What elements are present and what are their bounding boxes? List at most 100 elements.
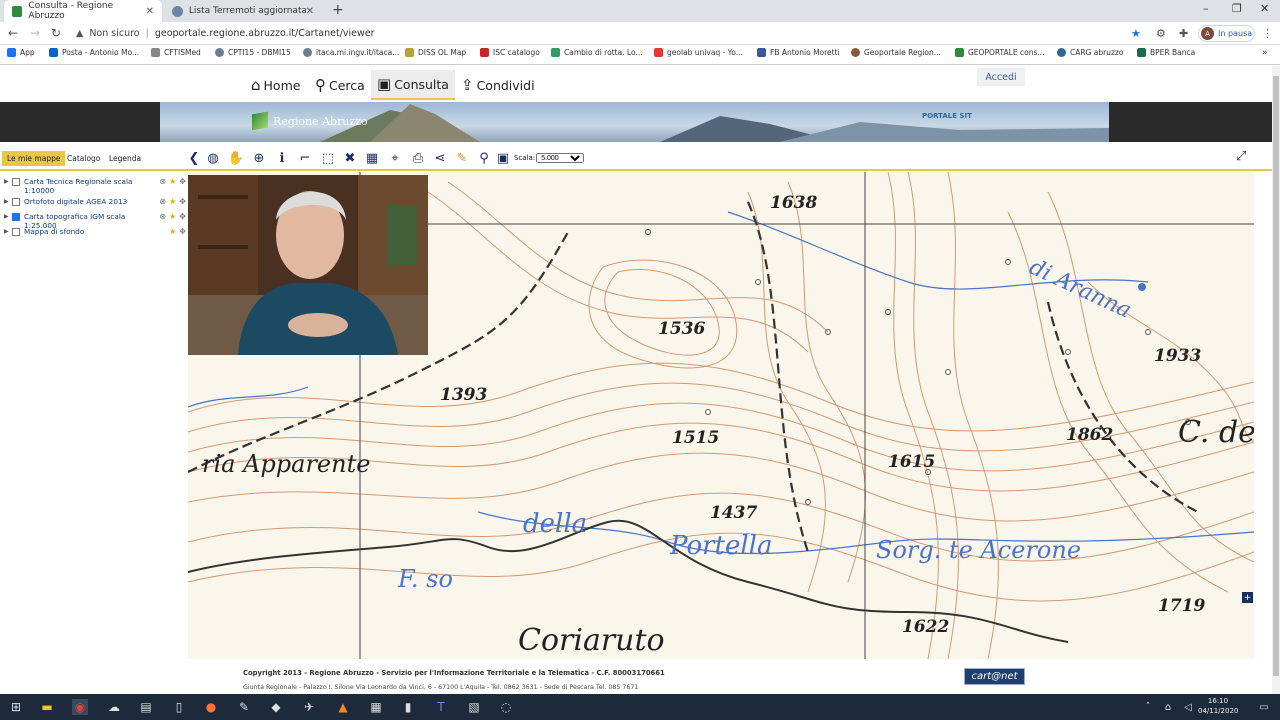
select-icon[interactable]: ⌖ — [387, 150, 403, 166]
draw-pencil-icon[interactable]: ✎ — [454, 150, 470, 166]
teams-icon[interactable]: T — [433, 699, 449, 715]
notifications-icon[interactable]: ▭ — [1256, 699, 1272, 715]
favorite-star-icon[interactable]: ★ — [169, 212, 176, 221]
app-icon[interactable]: ▧ — [466, 699, 482, 715]
measure-line-icon[interactable]: ⌐ — [297, 150, 313, 166]
bookmark-cambio[interactable]: Cambio di rotta. Lo... — [551, 48, 643, 57]
print-icon[interactable]: ⎙ — [410, 150, 426, 166]
favorite-star-icon[interactable]: ★ — [169, 227, 176, 236]
move-layer-icon[interactable]: ✥ — [179, 177, 186, 186]
info-icon[interactable]: ℹ — [274, 150, 290, 166]
start-windows-icon[interactable]: ⊞ — [8, 699, 24, 715]
nav-consulta[interactable]: ▣ Consulta — [371, 70, 455, 100]
bookmark-cpti15[interactable]: CPTI15 - DBMI15 — [215, 48, 291, 57]
profile-button[interactable]: A In pausa — [1198, 25, 1255, 42]
layer-ortofoto[interactable]: ▶ Ortofoto digitale AGEA 2013 ⊗ ★ ✥ — [4, 197, 188, 206]
tab-lista-terremoti[interactable]: Lista Terremoti aggiornata in tem ✕ — [164, 0, 322, 22]
layer-sfondo[interactable]: ▶ Mappa di sfondo ★ ✥ — [4, 227, 188, 236]
cartanet-logo[interactable]: cart@net — [964, 668, 1025, 685]
bookmark-geoportale[interactable]: Geoportale Region... — [851, 48, 941, 57]
app-icon[interactable]: ▲ — [335, 699, 351, 715]
firefox-icon[interactable]: ● — [203, 699, 219, 715]
layer-checkbox[interactable] — [12, 228, 20, 236]
scale-select[interactable]: 5.000 — [536, 153, 585, 163]
chrome-icon[interactable]: ◉ — [72, 699, 88, 715]
measure-area-icon[interactable]: ⬚ — [320, 150, 336, 166]
back-icon[interactable]: ← — [8, 26, 18, 40]
overview-icon[interactable]: ▣ — [495, 150, 511, 166]
scrollbar-thumb[interactable] — [1273, 76, 1279, 676]
move-layer-icon[interactable]: ✥ — [179, 197, 186, 206]
app-icon[interactable]: ☁ — [106, 699, 122, 715]
share-icon[interactable]: ⋖ — [432, 150, 448, 166]
app-icon[interactable]: ◌ — [498, 699, 514, 715]
bookmark-itaca[interactable]: itaca.mi.ingv.it/itaca... — [303, 48, 399, 57]
bookmarks-overflow-icon[interactable]: » — [1262, 48, 1268, 58]
app-icon[interactable]: ▤ — [138, 699, 154, 715]
omnibox[interactable]: ▲ Non sicuro | geoportale.regione.abruzz… — [76, 25, 1146, 42]
move-layer-icon[interactable]: ✥ — [179, 227, 186, 236]
bookmark-cftismed[interactable]: CFTISMed — [151, 48, 201, 57]
layer-checkbox-checked[interactable] — [12, 213, 20, 221]
layer-checkbox[interactable] — [12, 178, 20, 186]
bookmark-diss[interactable]: DISS OL Map — [405, 48, 466, 57]
expand-arrow-icon[interactable]: ▶ — [4, 213, 12, 220]
pan-hand-icon[interactable]: ✋ — [228, 150, 244, 166]
extension-icon[interactable]: ⚙ — [1156, 27, 1166, 40]
full-extent-globe-icon[interactable]: ◍ — [205, 150, 221, 166]
volume-icon[interactable]: ◁ — [1180, 699, 1196, 715]
expand-arrow-icon[interactable]: ▶ — [4, 198, 12, 205]
move-layer-icon[interactable]: ✥ — [179, 212, 186, 221]
tab-le-mie-mappe[interactable]: Le mie mappe — [2, 151, 66, 166]
favorite-star-icon[interactable]: ★ — [169, 197, 176, 206]
tab-consulta[interactable]: Consulta - Regione Abruzzo ✕ — [4, 0, 162, 22]
menu-icon[interactable]: ⋮ — [1262, 27, 1273, 40]
restore-icon[interactable]: ❐ — [1232, 2, 1242, 15]
collapse-panel-icon[interactable]: ❮ — [186, 150, 202, 166]
expand-map-icon[interactable]: ⤢ — [1236, 149, 1252, 165]
close-tab-icon[interactable]: ✕ — [146, 6, 154, 17]
forward-icon[interactable]: → — [30, 26, 40, 40]
app-icon[interactable]: ◆ — [268, 699, 284, 715]
grid-icon[interactable]: ▦ — [364, 150, 380, 166]
bookmark-fb[interactable]: FB Antonio Moretti — [757, 48, 840, 57]
layer-checkbox[interactable] — [12, 198, 20, 206]
document-icon[interactable]: ▯ — [171, 699, 187, 715]
bookmark-star-icon[interactable]: ★ — [1131, 27, 1141, 40]
expand-arrow-icon[interactable]: ▶ — [4, 228, 12, 235]
app-icon[interactable]: ✈ — [301, 699, 317, 715]
reload-icon[interactable]: ↻ — [51, 26, 61, 40]
calculator-icon[interactable]: ▦ — [368, 699, 384, 715]
nav-condividi[interactable]: ⇪ Condividi — [455, 70, 541, 100]
remove-layer-icon[interactable]: ⊗ — [159, 177, 166, 186]
tab-catalogo[interactable]: Catalogo — [62, 151, 105, 166]
app-icon[interactable]: ✎ — [236, 699, 252, 715]
network-icon[interactable]: ⌂ — [1160, 699, 1176, 715]
taskbar-clock[interactable]: 16:10 04/11/2020 — [1198, 696, 1238, 716]
overview-toggle-icon[interactable]: + — [1242, 592, 1253, 603]
layer-ctr[interactable]: ▶ Carta Tecnica Regionale scala 1:10000 … — [4, 177, 188, 195]
bookmark-geolab[interactable]: geolab univaq - Yo... — [654, 48, 743, 57]
favorite-star-icon[interactable]: ★ — [169, 177, 176, 186]
clear-icon[interactable]: ✖ — [342, 150, 358, 166]
bookmark-isc[interactable]: ISC catalogo — [480, 48, 540, 57]
bookmark-carg[interactable]: CARG abruzzo — [1057, 48, 1123, 57]
page-scrollbar[interactable] — [1272, 66, 1280, 694]
expand-arrow-icon[interactable]: ▶ — [4, 178, 12, 185]
new-tab-icon[interactable]: + — [332, 2, 344, 18]
nav-home[interactable]: ⌂ Home — [245, 70, 306, 100]
remove-layer-icon[interactable]: ⊗ — [159, 197, 166, 206]
remove-layer-icon[interactable]: ⊗ — [159, 212, 166, 221]
bookmark-app[interactable]: App — [7, 48, 35, 57]
usb-icon[interactable]: ▮ — [400, 699, 416, 715]
nav-cerca[interactable]: ⚲ Cerca — [309, 70, 371, 100]
bookmark-geoportale-cons[interactable]: GEOPORTALE cons... — [955, 48, 1045, 57]
bookmark-posta[interactable]: Posta - Antonio Mo... — [49, 48, 139, 57]
login-button[interactable]: Accedi — [977, 68, 1025, 86]
search-map-icon[interactable]: ⚲ — [476, 150, 492, 166]
file-explorer-icon[interactable]: ▬ — [39, 699, 55, 715]
tab-legenda[interactable]: Legenda — [104, 151, 146, 166]
close-window-icon[interactable]: ✕ — [1260, 2, 1269, 15]
puzzle-icon[interactable]: ✚ — [1179, 27, 1188, 40]
close-tab-icon[interactable]: ✕ — [306, 6, 314, 17]
